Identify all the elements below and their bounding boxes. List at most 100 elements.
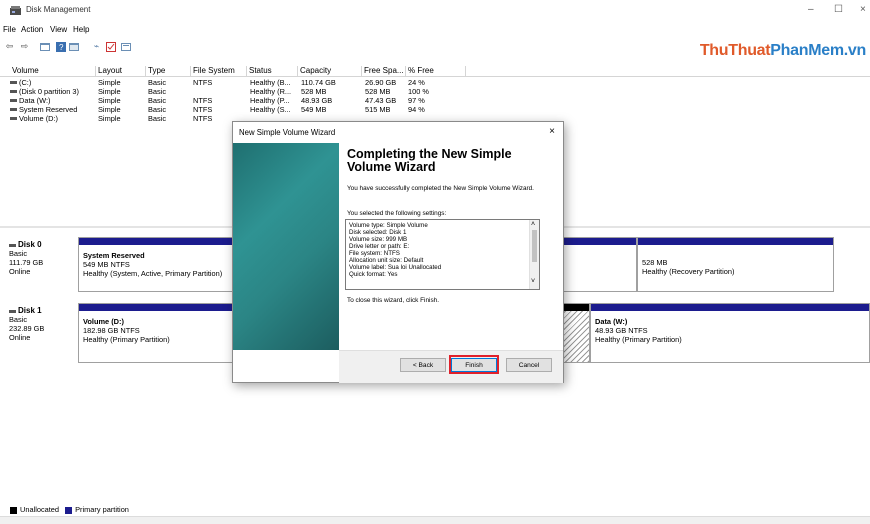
col-status[interactable]: Status [247, 66, 298, 76]
cell-free: 26.90 GB [365, 78, 397, 87]
scroll-up-icon[interactable]: ˄ [531, 221, 535, 228]
partition-data-w[interactable]: Data (W:) 48.93 GB NTFS Healthy (Primary… [590, 303, 870, 363]
cell-fs: NTFS [193, 96, 213, 105]
table-row[interactable]: (Disk 0 partition 3) Simple Basic Health… [0, 87, 870, 96]
wizard-success-text: You have successfully completed the New … [347, 185, 534, 192]
partition-detail: 48.93 GB NTFS [595, 326, 648, 335]
partition-volume-d[interactable]: Volume (D:) 182.98 GB NTFS Healthy (Prim… [78, 303, 234, 363]
partition-status: Healthy (Primary Partition) [83, 335, 170, 344]
setting-line: Allocation unit size: Default [349, 257, 424, 264]
partition-unallocated[interactable] [561, 303, 590, 363]
partition-detail: 528 MB [642, 258, 668, 267]
cell-volume: Volume (D:) [10, 114, 95, 123]
cell-volume: System Reserved [10, 105, 95, 114]
col-layout[interactable]: Layout [96, 66, 146, 76]
partition-detail: 182.98 GB NTFS [83, 326, 140, 335]
legend-primary: Primary partition [75, 505, 129, 514]
partition-name: Data (W:) [595, 317, 628, 326]
disk-type: Basic [9, 315, 28, 324]
legend-unallocated: Unallocated [20, 505, 60, 514]
partition-c-tail[interactable] [561, 237, 637, 292]
menu-view[interactable]: View [50, 25, 67, 34]
forward-arrow-icon[interactable]: ⇨ [19, 41, 30, 52]
cell-capacity: 48.93 GB [301, 96, 333, 105]
legend: Unallocated Primary partition [10, 505, 129, 514]
partition-name: System Reserved [83, 251, 145, 260]
cell-status: Healthy (S... [250, 105, 291, 114]
disk-0-label[interactable]: Disk 0 Basic 111.79 GB Online [9, 240, 43, 276]
close-button[interactable]: × [860, 4, 866, 15]
drive-icon [10, 108, 17, 112]
disk-1-label[interactable]: Disk 1 Basic 232.89 GB Online [9, 306, 44, 342]
table-row[interactable]: (C:) Simple Basic NTFS Healthy (B... 110… [0, 78, 870, 87]
cell-layout: Simple [98, 96, 121, 105]
watermark-part2: PhanMem [770, 42, 844, 59]
cell-volume: (Disk 0 partition 3) [10, 87, 95, 96]
col-percent-free[interactable]: % Free [406, 66, 466, 76]
setting-line: File system: NTFS [349, 250, 400, 257]
drive-icon [10, 90, 17, 94]
scroll-down-icon[interactable]: ˅ [531, 278, 535, 285]
settings-scrollbar[interactable]: ˄ ˅ [529, 220, 539, 289]
col-free-space[interactable]: Free Spa... [362, 66, 406, 76]
cell-pct: 94 % [408, 105, 425, 114]
disk-state: Online [9, 267, 31, 276]
minimize-button[interactable]: – [808, 4, 814, 15]
setting-line: Quick format: Yes [349, 271, 398, 278]
help-icon[interactable]: ? [55, 41, 66, 52]
cancel-button[interactable]: Cancel [506, 358, 552, 372]
properties-icon[interactable] [68, 41, 79, 52]
drive-icon [10, 117, 17, 121]
col-file-system[interactable]: File System [191, 66, 247, 76]
primary-partition-bar [79, 304, 233, 311]
checklist-icon[interactable] [105, 41, 116, 52]
partition-status: Healthy (System, Active, Primary Partiti… [83, 269, 223, 278]
partition-status: Healthy (Recovery Partition) [642, 267, 735, 276]
cell-fs: NTFS [193, 114, 213, 123]
view-icon[interactable] [120, 41, 131, 52]
finish-highlight-box [449, 355, 499, 374]
primary-partition-bar [79, 238, 233, 245]
settings-summary-box[interactable]: Volume type: Simple Volume Disk selected… [345, 219, 540, 290]
cell-fs: NTFS [193, 78, 213, 87]
table-row[interactable]: System Reserved Simple Basic NTFS Health… [0, 105, 870, 114]
cell-volume: (C:) [10, 78, 95, 87]
watermark-part1: ThuThuat [699, 42, 771, 59]
table-row[interactable]: Data (W:) Simple Basic NTFS Healthy (P..… [0, 96, 870, 105]
menu-action[interactable]: Action [21, 25, 43, 34]
disk-state: Online [9, 333, 31, 342]
scroll-thumb[interactable] [532, 230, 537, 262]
setting-line: Disk selected: Disk 1 [349, 229, 407, 236]
wizard-banner-image [233, 143, 339, 350]
cell-pct: 24 % [408, 78, 425, 87]
setting-line: Volume size: 999 MB [349, 236, 408, 243]
unallocated-swatch [10, 506, 17, 514]
volume-list-header: Volume Layout Type File System Status Ca… [0, 65, 870, 77]
back-arrow-icon[interactable]: ⇦ [4, 41, 15, 52]
menu-help[interactable]: Help [73, 25, 89, 34]
wizard-selected-label: You selected the following settings: [347, 210, 447, 217]
dialog-close-button[interactable]: × [549, 126, 555, 137]
partition-status: Healthy (Primary Partition) [595, 335, 682, 344]
cell-fs: NTFS [193, 105, 213, 114]
cell-type: Basic [148, 96, 167, 105]
col-type[interactable]: Type [146, 66, 191, 76]
partition-detail: 549 MB NTFS [83, 260, 130, 269]
cell-type: Basic [148, 114, 167, 123]
disk-list-icon[interactable] [39, 41, 50, 52]
primary-partition-bar [591, 304, 869, 311]
connect-icon[interactable]: ⌁ [91, 41, 102, 52]
partition-system-reserved[interactable]: System Reserved 549 MB NTFS Healthy (Sys… [78, 237, 234, 292]
close-hint-text: To close this wizard, click Finish. [347, 297, 439, 304]
col-volume[interactable]: Volume [10, 66, 96, 76]
col-capacity[interactable]: Capacity [298, 66, 362, 76]
disk-name: Disk 0 [18, 240, 42, 249]
cell-volume: Data (W:) [10, 96, 95, 105]
disk-size: 111.79 GB [9, 258, 44, 267]
partition-recovery[interactable]: 528 MB Healthy (Recovery Partition) [637, 237, 834, 292]
back-button[interactable]: < Back [400, 358, 446, 372]
menu-file[interactable]: File [3, 25, 16, 34]
disk-type: Basic [9, 249, 28, 258]
maximize-button[interactable]: ☐ [834, 4, 843, 15]
drive-icon [10, 99, 17, 103]
